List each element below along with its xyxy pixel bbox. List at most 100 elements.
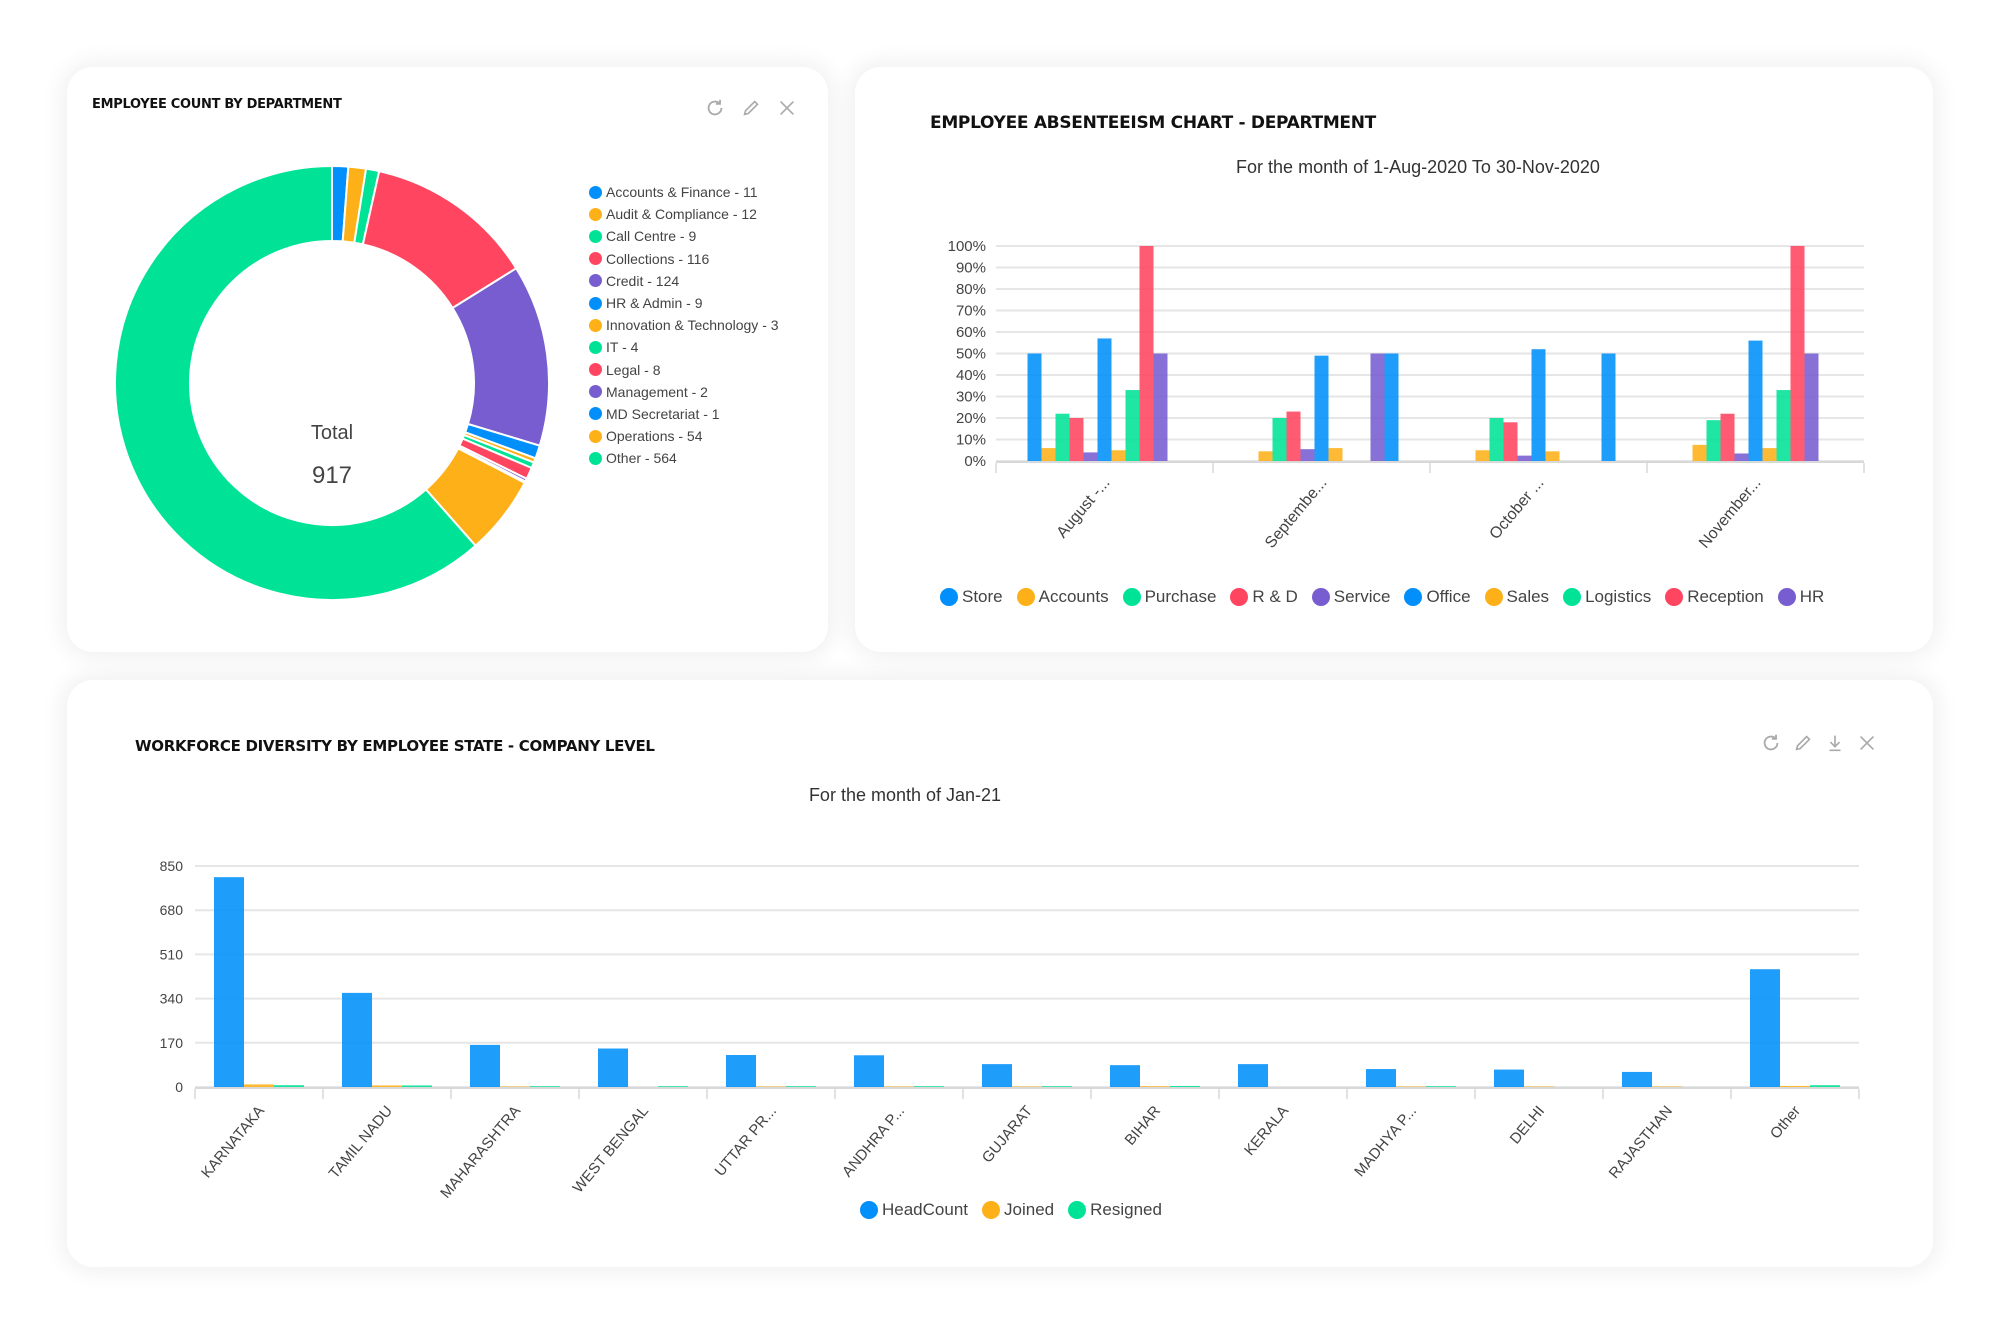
bar-r-d-november[interactable] bbox=[1720, 413, 1735, 461]
bar-headcount-other[interactable] bbox=[1750, 969, 1780, 1087]
bar-reception-august[interactable] bbox=[1139, 246, 1154, 461]
bar-sales-october[interactable] bbox=[1545, 451, 1560, 461]
bar-purchase-septembe[interactable] bbox=[1272, 418, 1287, 461]
bar-headcount-gujarat[interactable] bbox=[982, 1064, 1012, 1087]
edit-icon[interactable] bbox=[740, 97, 762, 119]
bar-joined-rajasthan[interactable] bbox=[1652, 1086, 1682, 1087]
bar-logistics-august[interactable] bbox=[1125, 390, 1140, 461]
bar-joined-karnataka[interactable] bbox=[244, 1084, 274, 1087]
legend-item-call-centre[interactable]: Call Centre - 9 bbox=[589, 225, 779, 247]
legend-item-credit[interactable]: Credit - 124 bbox=[589, 270, 779, 292]
legend-item-sales[interactable]: Sales bbox=[1484, 585, 1549, 609]
bar-resigned-tamil-nadu[interactable] bbox=[402, 1085, 432, 1087]
bar-joined-tamil-nadu[interactable] bbox=[372, 1085, 402, 1087]
x-tick-label: KARNATAKA bbox=[198, 1103, 268, 1182]
legend-item-store[interactable]: Store bbox=[940, 585, 1003, 609]
bar-joined-gujarat[interactable] bbox=[1012, 1086, 1042, 1087]
legend-item-reception[interactable]: Reception bbox=[1665, 585, 1764, 609]
bar-resigned-other[interactable] bbox=[1810, 1085, 1840, 1087]
bar-purchase-november[interactable] bbox=[1706, 420, 1721, 461]
bar-resigned-madhya-p[interactable] bbox=[1426, 1086, 1456, 1087]
legend-item-collections[interactable]: Collections - 116 bbox=[589, 248, 779, 270]
legend-item-office[interactable]: Office bbox=[1404, 585, 1471, 609]
bar-sales-november[interactable] bbox=[1762, 448, 1777, 461]
bar-resigned-andhra-p[interactable] bbox=[914, 1086, 944, 1087]
bar-service-november[interactable] bbox=[1734, 453, 1749, 461]
legend-item-innovation-technology[interactable]: Innovation & Technology - 3 bbox=[589, 314, 779, 336]
bar-service-septembe[interactable] bbox=[1300, 449, 1315, 461]
bar-headcount-maharashtra[interactable] bbox=[470, 1044, 500, 1087]
bar-headcount-kerala[interactable] bbox=[1238, 1064, 1268, 1087]
legend-item-accounts-finance[interactable]: Accounts & Finance - 11 bbox=[589, 181, 779, 203]
bar-joined-maharashtra[interactable] bbox=[500, 1086, 530, 1087]
bar-accounts-septembe[interactable] bbox=[1258, 451, 1273, 461]
bar-hr-november[interactable] bbox=[1804, 353, 1819, 462]
bar-headcount-karnataka[interactable] bbox=[214, 877, 244, 1087]
bar-joined-other[interactable] bbox=[1780, 1085, 1810, 1087]
bar-hr-august[interactable] bbox=[1153, 353, 1168, 462]
legend-item-logistics[interactable]: Logistics bbox=[1563, 585, 1651, 609]
legend-item-legal[interactable]: Legal - 8 bbox=[589, 359, 779, 381]
bar-headcount-tamil-nadu[interactable] bbox=[342, 992, 372, 1087]
legend-item-joined[interactable]: Joined bbox=[982, 1198, 1054, 1222]
bar-r-d-septembe[interactable] bbox=[1286, 411, 1301, 461]
bar-resigned-gujarat[interactable] bbox=[1042, 1086, 1072, 1087]
bar-series-10-septembe[interactable] bbox=[1384, 353, 1399, 462]
bar-resigned-karnataka[interactable] bbox=[274, 1085, 304, 1087]
legend-marker bbox=[1311, 588, 1330, 606]
legend-item-other[interactable]: Other - 564 bbox=[589, 447, 779, 469]
legend-item-md-secretariat[interactable]: MD Secretariat - 1 bbox=[589, 403, 779, 425]
x-tick-label: ANDHRA P... bbox=[839, 1103, 908, 1181]
bar-series-10-october[interactable] bbox=[1601, 353, 1616, 462]
bar-headcount-delhi[interactable] bbox=[1494, 1069, 1524, 1087]
bar-store-august[interactable] bbox=[1027, 353, 1042, 462]
bar-accounts-november[interactable] bbox=[1692, 444, 1707, 461]
bar-headcount-uttar-pr[interactable] bbox=[726, 1055, 756, 1087]
legend-item-operations[interactable]: Operations - 54 bbox=[589, 425, 779, 447]
bar-sales-septembe[interactable] bbox=[1328, 448, 1343, 461]
bar-headcount-madhya-p[interactable] bbox=[1366, 1069, 1396, 1087]
bar-logistics-november[interactable] bbox=[1776, 390, 1791, 461]
bar-joined-delhi[interactable] bbox=[1524, 1086, 1554, 1087]
bar-office-november[interactable] bbox=[1748, 340, 1763, 461]
bar-office-septembe[interactable] bbox=[1314, 355, 1329, 461]
legend-item-headcount[interactable]: HeadCount bbox=[860, 1198, 968, 1222]
bar-purchase-october[interactable] bbox=[1489, 418, 1504, 461]
bar-purchase-august[interactable] bbox=[1055, 413, 1070, 461]
close-icon[interactable] bbox=[776, 97, 798, 119]
bar-office-august[interactable] bbox=[1097, 338, 1112, 461]
bar-r-d-august[interactable] bbox=[1069, 418, 1084, 461]
bar-accounts-october[interactable] bbox=[1475, 450, 1490, 461]
bar-joined-uttar-pr[interactable] bbox=[756, 1086, 786, 1087]
bar-resigned-maharashtra[interactable] bbox=[530, 1086, 560, 1087]
bar-office-october[interactable] bbox=[1531, 349, 1546, 461]
legend-item-hr-admin[interactable]: HR & Admin - 9 bbox=[589, 292, 779, 314]
bar-service-october[interactable] bbox=[1517, 455, 1532, 461]
bar-resigned-west-bengal[interactable] bbox=[658, 1086, 688, 1087]
bar-sales-august[interactable] bbox=[1111, 450, 1126, 461]
bar-hr-septembe[interactable] bbox=[1370, 353, 1385, 462]
legend-item-it[interactable]: IT - 4 bbox=[589, 336, 779, 358]
bar-headcount-andhra-p[interactable] bbox=[854, 1055, 884, 1087]
bar-resigned-uttar-pr[interactable] bbox=[786, 1086, 816, 1087]
legend-item-service[interactable]: Service bbox=[1311, 585, 1390, 609]
legend-item-accounts[interactable]: Accounts bbox=[1016, 585, 1109, 609]
bar-resigned-bihar[interactable] bbox=[1170, 1085, 1200, 1087]
bar-joined-madhya-p[interactable] bbox=[1396, 1086, 1426, 1087]
legend-item-audit-compliance[interactable]: Audit & Compliance - 12 bbox=[589, 203, 779, 225]
legend-item-purchase[interactable]: Purchase bbox=[1122, 585, 1216, 609]
bar-joined-bihar[interactable] bbox=[1140, 1086, 1170, 1087]
bar-r-d-october[interactable] bbox=[1503, 422, 1518, 461]
refresh-icon[interactable] bbox=[704, 97, 726, 119]
legend-item-r-d[interactable]: R & D bbox=[1230, 585, 1298, 609]
bar-headcount-west-bengal[interactable] bbox=[598, 1048, 628, 1087]
bar-reception-november[interactable] bbox=[1790, 246, 1805, 461]
legend-item-resigned[interactable]: Resigned bbox=[1068, 1198, 1162, 1222]
bar-headcount-bihar[interactable] bbox=[1110, 1065, 1140, 1087]
bar-service-august[interactable] bbox=[1083, 452, 1098, 461]
legend-item-management[interactable]: Management - 2 bbox=[589, 381, 779, 403]
bar-headcount-rajasthan[interactable] bbox=[1622, 1071, 1652, 1087]
bar-accounts-august[interactable] bbox=[1041, 448, 1056, 461]
bar-joined-andhra-p[interactable] bbox=[884, 1086, 914, 1087]
legend-item-hr[interactable]: HR bbox=[1777, 585, 1824, 609]
